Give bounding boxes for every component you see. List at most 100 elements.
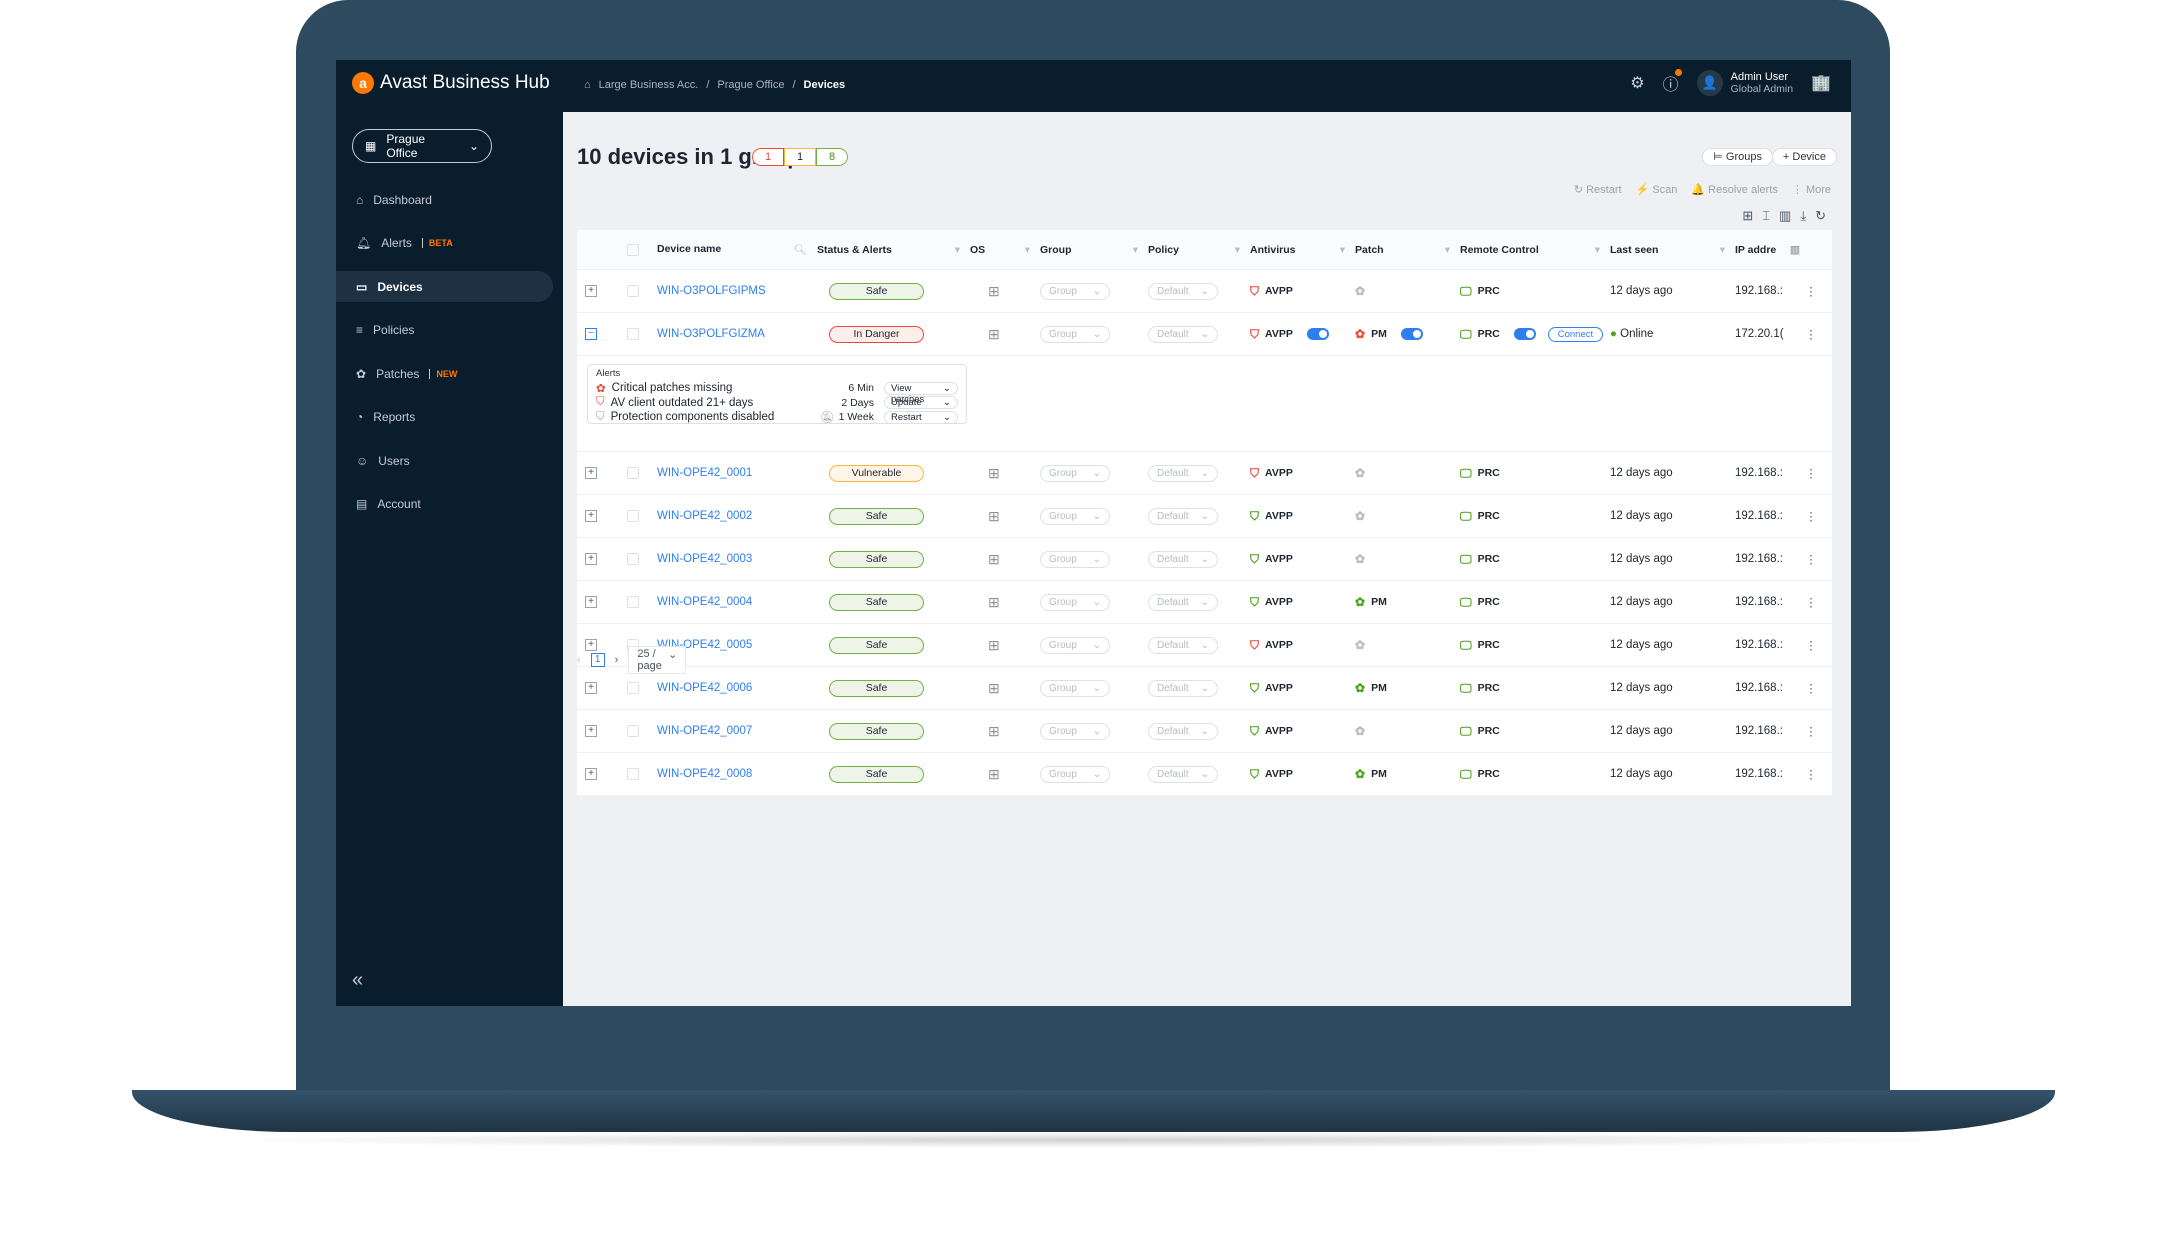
device-name-link[interactable]: WIN-OPE42_0007 bbox=[657, 725, 817, 737]
table-row[interactable]: − WIN-O3POLFGIZMA In Danger ⊞ Group ⌄ Def… bbox=[577, 313, 1832, 356]
switch-building-icon[interactable]: 🏢 bbox=[1811, 73, 1831, 93]
policy-select[interactable]: Default ⌄ bbox=[1148, 325, 1218, 343]
policy-select[interactable]: Default ⌄ bbox=[1148, 507, 1218, 525]
sidebar-item-account[interactable]: ▤ Account bbox=[336, 489, 553, 520]
patch-toggle[interactable] bbox=[1400, 328, 1423, 340]
row-checkbox[interactable] bbox=[627, 467, 639, 479]
device-name-link[interactable]: WIN-O3POLFGIZMA bbox=[657, 328, 817, 340]
policy-select[interactable]: Default ⌄ bbox=[1148, 593, 1218, 611]
collapse-sidebar-icon[interactable]: « bbox=[352, 969, 363, 992]
sidebar-item-devices[interactable]: ▭ Devices bbox=[336, 271, 553, 302]
row-menu-icon[interactable]: ⋮ bbox=[1790, 552, 1832, 566]
row-menu-icon[interactable]: ⋮ bbox=[1790, 767, 1832, 781]
status-badge[interactable]: Safe bbox=[829, 636, 924, 654]
prev-page-icon[interactable]: ‹ bbox=[577, 654, 581, 666]
row-checkbox[interactable] bbox=[627, 768, 639, 780]
groups-button[interactable]: ⊨ Groups bbox=[1702, 148, 1773, 166]
group-select[interactable]: Group ⌄ bbox=[1040, 679, 1110, 697]
alert-action-button[interactable]: Restart ⌄ bbox=[884, 410, 958, 424]
policy-select[interactable]: Default ⌄ bbox=[1148, 679, 1218, 697]
column-header[interactable]: Status & Alerts ▾ bbox=[817, 244, 970, 256]
chevron-down-icon[interactable]: ⌄ bbox=[943, 412, 951, 423]
logo[interactable]: a Avast Business Hub bbox=[352, 72, 550, 94]
expand-row-icon[interactable]: + bbox=[585, 510, 597, 522]
policy-select[interactable]: Default ⌄ bbox=[1148, 636, 1218, 654]
row-checkbox[interactable] bbox=[627, 285, 639, 297]
status-badge[interactable]: Safe bbox=[829, 550, 924, 568]
table-row[interactable]: + WIN-OPE42_0004 Safe ⊞ Group ⌄ Default ⌄ … bbox=[577, 581, 1832, 624]
row-menu-icon[interactable]: ⋮ bbox=[1790, 638, 1832, 652]
group-select[interactable]: Group ⌄ bbox=[1040, 593, 1110, 611]
remote-control-toggle[interactable] bbox=[1513, 328, 1536, 340]
column-settings-icon[interactable]: ▥ bbox=[1790, 244, 1832, 256]
sidebar-item-dashboard[interactable]: ⌂ Dashboard bbox=[336, 184, 553, 215]
row-checkbox[interactable] bbox=[627, 510, 639, 522]
policy-select[interactable]: Default ⌄ bbox=[1148, 765, 1218, 783]
user-menu[interactable]: 👤 Admin User Global Admin bbox=[1696, 70, 1793, 96]
table-row[interactable]: + WIN-OPE42_0002 Safe ⊞ Group ⌄ Default ⌄ … bbox=[577, 495, 1832, 538]
group-select[interactable]: Group ⌄ bbox=[1040, 636, 1110, 654]
collapse-row-icon[interactable]: − bbox=[585, 328, 597, 340]
breadcrumb-account[interactable]: Large Business Acc. bbox=[599, 79, 699, 91]
column-header[interactable]: Device name 🔍︎ bbox=[657, 243, 817, 256]
group-select[interactable]: Group ⌄ bbox=[1040, 550, 1110, 568]
expand-row-icon[interactable]: + bbox=[585, 768, 597, 780]
gear-icon[interactable]: ⚙ bbox=[1630, 73, 1644, 93]
group-select[interactable]: Group ⌄ bbox=[1040, 722, 1110, 740]
row-menu-icon[interactable]: ⋮ bbox=[1790, 724, 1832, 738]
column-header[interactable]: Patch ▾ bbox=[1355, 244, 1460, 256]
sidebar-item-policies[interactable]: ≡ Policies bbox=[336, 315, 553, 346]
chevron-down-icon[interactable]: ⌄ bbox=[943, 383, 951, 394]
breadcrumb-location[interactable]: Prague Office bbox=[717, 79, 784, 91]
device-name-link[interactable]: WIN-OPE42_0001 bbox=[657, 467, 817, 479]
home-icon[interactable]: ⌂ bbox=[584, 79, 591, 91]
column-header[interactable]: Policy ▾ bbox=[1148, 244, 1250, 256]
expand-row-icon[interactable]: + bbox=[585, 725, 597, 737]
row-menu-icon[interactable]: ⋮ bbox=[1790, 595, 1832, 609]
filter-icon[interactable]: ▾ bbox=[1340, 244, 1345, 256]
table-row[interactable]: + WIN-OPE42_0001 Vulnerable ⊞ Group ⌄ Def… bbox=[577, 452, 1832, 495]
location-selector[interactable]: ▦ Prague Office ⌄ bbox=[352, 129, 492, 163]
status-badge[interactable]: Safe bbox=[829, 507, 924, 525]
expand-row-icon[interactable]: + bbox=[585, 285, 597, 297]
sidebar-item-alerts[interactable]: 🔔︎ Alerts BETA bbox=[336, 228, 553, 259]
column-header[interactable]: OS ▾ bbox=[970, 244, 1040, 256]
sidebar-item-reports[interactable]: ◔ Reports bbox=[336, 402, 553, 433]
columns-icon[interactable]: ▥ bbox=[1779, 208, 1791, 224]
policy-select[interactable]: Default ⌄ bbox=[1148, 722, 1218, 740]
device-name-link[interactable]: WIN-OPE42_0004 bbox=[657, 596, 817, 608]
column-header[interactable]: IP addre bbox=[1735, 244, 1790, 256]
add-device-button[interactable]: + Device bbox=[1771, 148, 1837, 166]
refresh-icon[interactable]: ↻ bbox=[1815, 208, 1826, 224]
filter-icon[interactable]: ▾ bbox=[1235, 244, 1240, 256]
row-menu-icon[interactable]: ⋮ bbox=[1790, 681, 1832, 695]
table-row[interactable]: + WIN-OPE42_0007 Safe ⊞ Group ⌄ Default ⌄ … bbox=[577, 710, 1832, 753]
expand-row-icon[interactable]: + bbox=[585, 553, 597, 565]
status-badge[interactable]: Safe bbox=[829, 679, 924, 697]
select-all-checkbox[interactable] bbox=[627, 243, 639, 256]
group-select[interactable]: Group ⌄ bbox=[1040, 765, 1110, 783]
row-checkbox[interactable] bbox=[627, 328, 639, 340]
status-badge[interactable]: Safe bbox=[829, 282, 924, 300]
row-checkbox[interactable] bbox=[627, 682, 639, 694]
vulnerable-count[interactable]: 1 bbox=[784, 148, 816, 166]
group-select[interactable]: Group ⌄ bbox=[1040, 282, 1110, 300]
table-row[interactable]: + WIN-OPE42_0006 Safe ⊞ Group ⌄ Default ⌄ … bbox=[577, 667, 1832, 710]
row-height-icon[interactable]: ⌶ bbox=[1762, 208, 1770, 224]
more-button[interactable]: ⋮ More bbox=[1792, 183, 1831, 196]
device-name-link[interactable]: WIN-OPE42_0008 bbox=[657, 768, 817, 780]
column-header[interactable]: Antivirus ▾ bbox=[1250, 244, 1355, 256]
resolve-alerts-button[interactable]: 🔔 Resolve alerts bbox=[1691, 183, 1777, 196]
next-page-icon[interactable]: › bbox=[615, 654, 619, 666]
table-row[interactable]: + WIN-O3POLFGIPMS Safe ⊞ Group ⌄ Default ⌄… bbox=[577, 270, 1832, 313]
expand-row-icon[interactable]: + bbox=[585, 682, 597, 694]
antivirus-toggle[interactable] bbox=[1306, 328, 1329, 340]
status-badge[interactable]: In Danger bbox=[829, 325, 924, 343]
device-name-link[interactable]: WIN-OPE42_0003 bbox=[657, 553, 817, 565]
sidebar-item-users[interactable]: ☺ Users bbox=[336, 445, 553, 476]
column-header[interactable]: Last seen ▾ bbox=[1610, 244, 1735, 256]
group-select[interactable]: Group ⌄ bbox=[1040, 464, 1110, 482]
status-badge[interactable]: Safe bbox=[829, 722, 924, 740]
sidebar-item-patches[interactable]: ✿ Patches NEW bbox=[336, 358, 553, 389]
filter-icon[interactable]: ▾ bbox=[1720, 244, 1725, 256]
